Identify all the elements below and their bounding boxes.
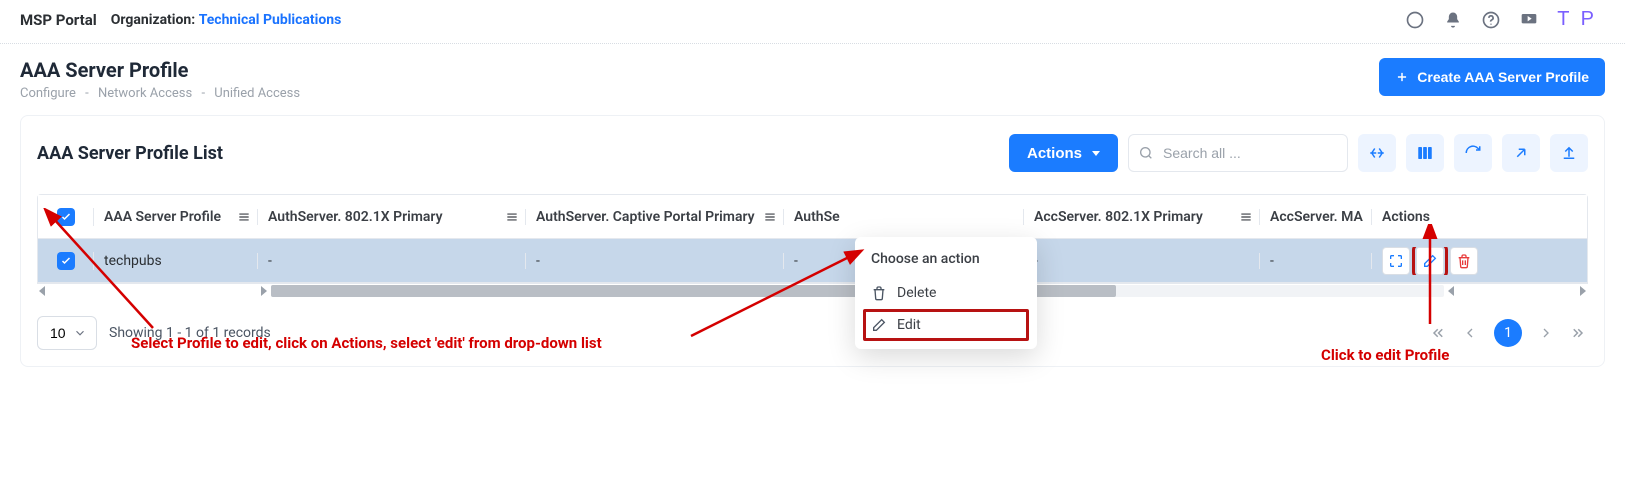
- fit-columns-button[interactable]: [1358, 134, 1396, 172]
- header-checkbox-cell[interactable]: [38, 208, 94, 226]
- page-title: AAA Server Profile: [20, 58, 300, 82]
- brand: MSP Portal: [20, 11, 97, 29]
- annotation-text-right: Click to edit Profile: [1321, 346, 1449, 364]
- actions-menu-delete[interactable]: Delete: [855, 277, 1037, 309]
- search-icon: [1138, 145, 1154, 161]
- pencil-icon: [871, 317, 887, 333]
- search-input[interactable]: [1128, 134, 1348, 172]
- actions-menu-delete-label: Delete: [897, 285, 936, 301]
- topbar-left: MSP Portal Organization: Technical Publi…: [20, 11, 341, 29]
- org-wrap: Organization: Technical Publications: [111, 12, 342, 28]
- create-profile-button[interactable]: Create AAA Server Profile: [1379, 58, 1605, 96]
- col-header-acc-truncated-label: AccServer. MA: [1270, 209, 1363, 225]
- breadcrumb-3[interactable]: Unified Access: [214, 86, 300, 101]
- col-header-profile[interactable]: AAA Server Profile: [94, 209, 258, 225]
- checkbox-checked-icon: [57, 252, 75, 270]
- cell-acc-8021x: -: [1024, 253, 1260, 269]
- row-delete-button[interactable]: [1450, 247, 1478, 275]
- table-row[interactable]: techpubs - - - - -: [38, 239, 1587, 283]
- cell-actions: [1372, 247, 1587, 275]
- trash-icon: [871, 285, 887, 301]
- actions-button-label: Actions: [1027, 145, 1082, 162]
- table-header-row: AAA Server Profile AuthServer. 802.1X Pr…: [38, 195, 1587, 239]
- col-header-auth-captive[interactable]: AuthServer. Captive Portal Primary: [526, 209, 784, 225]
- status-circle-icon[interactable]: [1405, 10, 1425, 30]
- col-header-acc-8021x-label: AccServer. 802.1X Primary: [1034, 209, 1203, 225]
- breadcrumb: Configure - Network Access - Unified Acc…: [20, 86, 300, 101]
- cell-auth-8021x: -: [258, 253, 526, 269]
- breadcrumb-sep: -: [85, 86, 89, 101]
- row-checkbox-cell[interactable]: [38, 252, 94, 270]
- pager: 1: [1428, 319, 1588, 347]
- org-name-link[interactable]: Technical Publications: [199, 12, 342, 28]
- card-header: AAA Server Profile List Actions: [37, 134, 1588, 172]
- breadcrumb-sep: -: [201, 86, 205, 101]
- page-header: AAA Server Profile Configure - Network A…: [0, 44, 1625, 115]
- help-icon[interactable]: [1481, 10, 1501, 30]
- columns-button[interactable]: [1406, 134, 1444, 172]
- refresh-button[interactable]: [1454, 134, 1492, 172]
- create-profile-label: Create AAA Server Profile: [1417, 69, 1589, 85]
- column-menu-icon[interactable]: [763, 210, 777, 224]
- actions-dropdown-button[interactable]: Actions: [1009, 134, 1118, 172]
- checkbox-checked-icon: [57, 208, 75, 226]
- col-header-actions: Actions: [1372, 209, 1587, 225]
- actions-menu-title: Choose an action: [855, 249, 1037, 277]
- col-header-auth-truncated-label: AuthSe: [794, 209, 840, 225]
- col-header-acc-truncated[interactable]: AccServer. MA: [1260, 209, 1372, 225]
- col-header-profile-label: AAA Server Profile: [104, 209, 221, 225]
- table: AAA Server Profile AuthServer. 802.1X Pr…: [37, 194, 1588, 284]
- notifications-bell-icon[interactable]: [1443, 10, 1463, 30]
- col-header-auth-truncated[interactable]: AuthSe: [784, 209, 1024, 225]
- pager-next-button[interactable]: [1538, 325, 1554, 341]
- actions-menu-edit-label: Edit: [897, 317, 921, 333]
- video-icon[interactable]: [1519, 10, 1539, 30]
- pager-current-page[interactable]: 1: [1494, 319, 1522, 347]
- row-expand-button[interactable]: [1382, 247, 1410, 275]
- breadcrumb-1[interactable]: Configure: [20, 86, 76, 101]
- topbar-right: T P: [1405, 8, 1605, 31]
- cell-profile-name: techpubs: [94, 253, 258, 269]
- cell-auth-captive: -: [526, 253, 784, 269]
- col-header-actions-label: Actions: [1382, 209, 1430, 225]
- search-wrap: [1128, 134, 1348, 172]
- org-label: Organization:: [111, 12, 195, 28]
- profile-list-card: AAA Server Profile List Actions: [20, 115, 1605, 367]
- page-size-select-wrap: 10: [37, 316, 97, 350]
- table-scrollbar-row: [37, 284, 1588, 298]
- plus-icon: [1395, 70, 1409, 84]
- actions-menu-edit[interactable]: Edit: [863, 309, 1029, 341]
- page-size-select[interactable]: 10: [37, 316, 97, 350]
- col-header-acc-8021x[interactable]: AccServer. 802.1X Primary: [1024, 209, 1260, 225]
- export-button[interactable]: [1502, 134, 1540, 172]
- column-menu-icon[interactable]: [237, 210, 251, 224]
- col-header-auth-8021x-label: AuthServer. 802.1X Primary: [268, 209, 443, 225]
- chevron-down-icon: [1092, 151, 1100, 156]
- scroll-stub-right: [1448, 286, 1586, 296]
- scroll-stub-left: [39, 286, 267, 296]
- breadcrumb-2[interactable]: Network Access: [98, 86, 192, 101]
- pager-prev-button[interactable]: [1462, 325, 1478, 341]
- card-toolbar: Actions: [1009, 134, 1588, 172]
- upload-button[interactable]: [1550, 134, 1588, 172]
- col-header-auth-captive-label: AuthServer. Captive Portal Primary: [536, 209, 755, 225]
- annotation-text-left: Select Profile to edit, click on Actions…: [131, 334, 602, 352]
- col-header-auth-8021x[interactable]: AuthServer. 802.1X Primary: [258, 209, 526, 225]
- row-edit-button[interactable]: [1416, 247, 1444, 275]
- avatar[interactable]: T P: [1557, 8, 1597, 31]
- cell-acc-trunc: -: [1260, 253, 1372, 269]
- page-header-left: AAA Server Profile Configure - Network A…: [20, 58, 300, 101]
- column-menu-icon[interactable]: [1239, 210, 1253, 224]
- pager-first-button[interactable]: [1428, 324, 1446, 342]
- pager-last-button[interactable]: [1570, 324, 1588, 342]
- actions-dropdown-menu: Choose an action Delete Edit: [855, 237, 1037, 349]
- card-title: AAA Server Profile List: [37, 143, 223, 164]
- app-topbar: MSP Portal Organization: Technical Publi…: [0, 0, 1625, 44]
- column-menu-icon[interactable]: [505, 210, 519, 224]
